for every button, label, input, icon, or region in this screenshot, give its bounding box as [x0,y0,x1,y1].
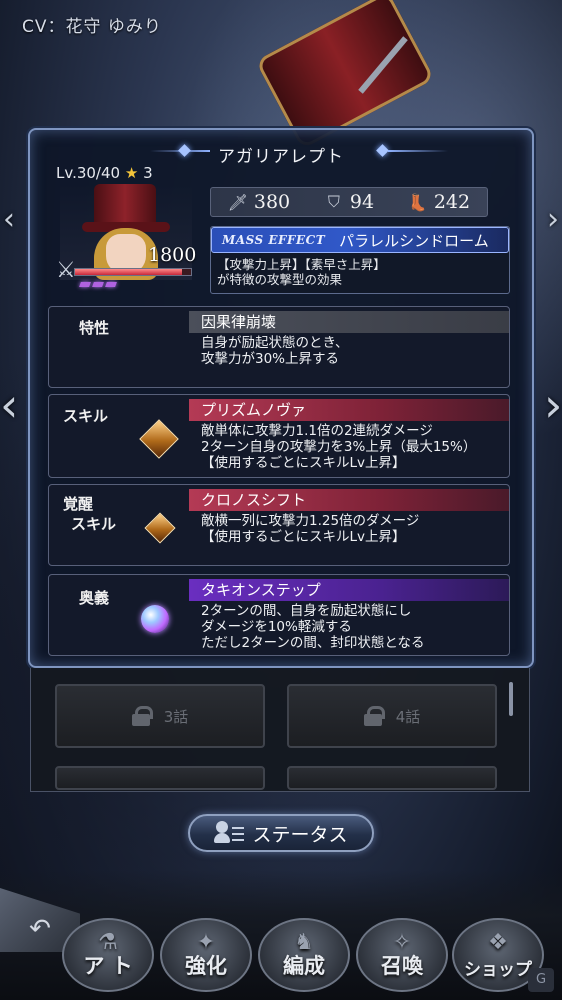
mass-effect-name: パラレルシンドローム [339,231,489,250]
attack-stat: 🗡 380 [228,191,290,213]
right-edge-arrow-icon: › [547,202,559,237]
episode-4-label: 4話 [395,707,421,726]
story-episode-5-button[interactable] [55,766,265,790]
story-scrollbar[interactable] [509,682,513,716]
hp-bar-fill [75,269,182,275]
awaken-label-line1: 覚醒 [63,495,94,513]
unit-detail-panel: アガリアレプト Lv.30/40 ★ 3 1800 ⚔ 🗡 380 ⛉ 94 👢… [28,128,534,668]
level-text: Lv.30/40 [56,164,121,182]
mass-effect-desc-line: 【攻撃力上昇】【素早さ上昇】 [217,257,386,272]
trait-row: 特性 因果律崩壊 自身が励起状態のとき、 攻撃力が30%上昇する [48,306,510,388]
nav-formation-button[interactable]: ♞ 編成 [258,918,350,992]
enhance-icon: ✦ [196,930,216,955]
trait-desc-line: 自身が励起状態のとき、 [201,335,349,351]
hp-value: 1800 [148,244,197,266]
awaken-pips [79,282,117,287]
trait-description: 自身が励起状態のとき、 攻撃力が30%上昇する [201,335,349,367]
ougi-desc-line: 2ターンの間、自身を励起状態にし [201,603,412,619]
attack-value: 380 [253,191,291,213]
mass-effect-desc-line: が特徴の攻撃型の効果 [217,272,343,287]
skill-label: スキル [63,407,109,425]
shield-icon: ⛉ [327,192,340,211]
stats-bar: 🗡 380 ⛉ 94 👢 242 [210,187,488,217]
ougi-row[interactable]: 奥義 タキオンステップ 2ターンの間、自身を励起状態にし ダメージを10%軽減す… [48,574,510,656]
prev-unit-arrow-icon[interactable]: ‹ [0,370,18,440]
awaken-crystal-icon [144,512,176,544]
speed-stat: 👢 242 [408,191,470,213]
left-edge-arrow-icon: ‹ [3,202,15,237]
skill-name: プリズムノヴァ [189,399,509,421]
back-arrow-icon: ↶ [29,914,51,944]
nav-enhance-button[interactable]: ✦ 強化 [160,918,252,992]
next-unit-arrow-icon[interactable]: › [544,370,562,440]
skill-desc-line: 敵単体に攻撃力1.1倍の2連続ダメージ [201,423,433,439]
skill-desc-line: 【使用するごとにスキルLv上昇】 [201,455,406,471]
trait-desc-line: 攻撃力が30%上昇する [201,351,340,367]
awaken-skill-name: クロノスシフト [189,489,509,511]
trait-name: 因果律崩壊 [189,311,509,333]
story-episode-4-button[interactable]: 4話 [287,684,497,748]
awaken-desc-line: 【使用するごとにスキルLv上昇】 [201,529,406,545]
defense-value: 94 [349,191,375,213]
watermark-logo-icon: G [528,968,554,992]
nav-summon-button[interactable]: ✧ 召喚 [356,918,448,992]
mass-effect-box: MASS EFFECT パラレルシンドローム 【攻撃力上昇】【素早さ上昇】 が特… [210,226,510,294]
awaken-desc-line: 敵横一列に攻撃力1.25倍のダメージ [201,513,420,529]
ougi-desc-line: ダメージを10%軽減する [201,619,352,635]
mass-effect-tag: MASS EFFECT [222,233,326,247]
unit-level: Lv.30/40 ★ 3 [56,164,153,182]
defense-stat: ⛉ 94 [324,191,374,213]
awaken-pip [105,282,117,287]
status-button[interactable]: ステータス [188,814,374,852]
awaken-pip [92,282,104,287]
voice-actor-label: CV：花守 ゆみり [22,17,162,37]
lock-icon [363,706,385,726]
story-episode-3-button[interactable]: 3話 [55,684,265,748]
ougi-desc-line: ただし2ターンの間、封印状態となる [201,635,425,651]
potion-icon: ⚗ [98,930,118,955]
profile-card-icon [214,821,245,845]
skill-desc-line: 2ターン自身の攻撃力を3%上昇（最大15%） [201,439,477,455]
ougi-name: タキオンステップ [189,579,509,601]
trait-label: 特性 [79,319,110,337]
shop-icon: ❖ [488,930,508,955]
boot-icon: 👢 [407,192,428,212]
skill-row[interactable]: スキル プリズムノヴァ 敵単体に攻撃力1.1倍の2連続ダメージ 2ターン自身の攻… [48,394,510,478]
formation-icon: ♞ [294,930,314,955]
speed-value: 242 [433,191,471,213]
portrait-hat [94,184,156,226]
ougi-orb-icon [141,605,169,633]
story-episode-6-button[interactable] [287,766,497,790]
nav-shop-label: ショップ [464,960,532,980]
summon-icon: ✧ [392,930,412,955]
ougi-description: 2ターンの間、自身を励起状態にし ダメージを10%軽減する ただし2ターンの間、… [201,603,425,651]
skill-description: 敵単体に攻撃力1.1倍の2連続ダメージ 2ターン自身の攻撃力を3%上昇（最大15… [201,423,476,471]
title-decoration-right [388,150,448,152]
star-count: 3 [143,164,153,182]
mass-effect-header: MASS EFFECT パラレルシンドローム [211,227,509,253]
mass-effect-description: 【攻撃力上昇】【素早さ上昇】 が特徴の攻撃型の効果 [211,253,509,291]
story-episodes-panel: 3話 4話 [30,668,530,792]
lock-icon [131,706,153,726]
awaken-skill-description: 敵横一列に攻撃力1.25倍のダメージ 【使用するごとにスキルLv上昇】 [201,513,419,545]
star-icon: ★ [124,164,139,182]
status-button-label: ステータス [252,823,348,846]
awaken-skill-row[interactable]: 覚醒 スキル クロノスシフト 敵横一列に攻撃力1.25倍のダメージ 【使用するご… [48,484,510,566]
skill-crystal-icon [139,419,179,459]
awaken-label-line2: スキル [71,515,117,533]
nav-item-button[interactable]: ⚗ ア ト [62,918,154,992]
sword-icon: 🗡 [227,192,249,212]
awaken-pip [79,282,91,287]
hp-bar [74,268,192,276]
episode-3-label: 3話 [163,707,189,726]
ougi-label: 奥義 [79,589,110,607]
